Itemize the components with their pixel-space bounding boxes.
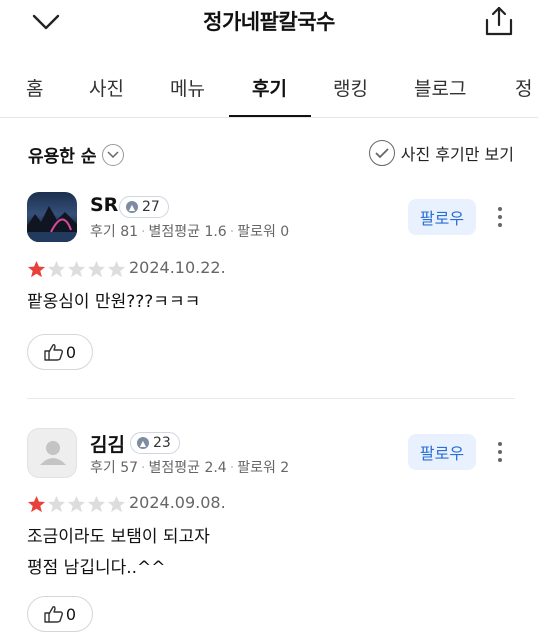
follow-button[interactable]: 팔로우: [408, 434, 476, 470]
star-icon: [47, 495, 66, 513]
review-text-line: 팥옹심이 만원???ㅋㅋㅋ: [27, 292, 201, 312]
tab-reviews[interactable]: 후기: [252, 74, 287, 101]
like-button[interactable]: 0: [27, 334, 93, 370]
tab-menu[interactable]: 메뉴: [170, 74, 205, 101]
checkmark-circle-icon: [368, 140, 395, 166]
active-tab-indicator: [229, 115, 311, 117]
photo-only-label: 사진 후기만 보기: [400, 145, 514, 164]
thumbs-up-icon: [44, 606, 63, 623]
level-icon: ▲: [126, 201, 138, 213]
reviewer-level-badge: ▲ 27: [119, 196, 169, 218]
tab-bar: 홈 사진 메뉴 후기 랭킹 블로그 정: [0, 62, 538, 118]
average-rating: 별점평균 2.4: [148, 460, 227, 476]
like-button[interactable]: 0: [27, 596, 93, 632]
star-icon: [107, 495, 126, 513]
star-icon: [47, 260, 66, 278]
like-count: 0: [65, 604, 77, 624]
star-icon: [27, 260, 46, 278]
follower-count: 팔로워 2: [237, 460, 290, 476]
review-count: 후기 57: [90, 460, 139, 476]
tab-home[interactable]: 홈: [26, 74, 43, 101]
reviewer-name[interactable]: SR: [90, 194, 118, 216]
photo-reviews-only-toggle[interactable]: 사진 후기만 보기: [368, 140, 514, 166]
review-text-line: 조금이라도 보탬이 되고자: [27, 527, 210, 547]
level-icon: ▲: [137, 437, 149, 449]
tab-photos[interactable]: 사진: [89, 74, 124, 101]
tab-blog[interactable]: 블로그: [414, 74, 466, 101]
star-icon: [67, 260, 86, 278]
review-date: 2024.09.08.: [129, 493, 226, 512]
star-rating: [27, 260, 127, 279]
share-icon[interactable]: [484, 5, 514, 37]
review-count: 후기 81: [90, 224, 139, 240]
reviewer-stats: 후기 57 · 별점평균 2.4 · 팔로워 2: [90, 460, 290, 476]
chevron-down-icon: [102, 143, 125, 166]
sort-label: 유용한 순: [28, 147, 97, 167]
reviewer-stats: 후기 81 · 별점평균 1.6 · 팔로워 0: [90, 224, 290, 240]
star-icon: [67, 495, 86, 513]
avatar[interactable]: [27, 428, 77, 478]
more-options-icon[interactable]: [494, 205, 506, 229]
sort-dropdown[interactable]: 유용한 순: [28, 142, 125, 167]
tab-ranking[interactable]: 랭킹: [333, 74, 368, 101]
tab-more[interactable]: 정: [515, 74, 532, 101]
page-title: 정가네팥칼국수: [203, 10, 335, 34]
star-icon: [87, 260, 106, 278]
star-icon: [107, 260, 126, 278]
star-icon: [87, 495, 106, 513]
thumbs-up-icon: [44, 344, 63, 361]
avatar[interactable]: [27, 192, 77, 242]
reviewer-name[interactable]: 김김: [90, 430, 125, 457]
reviewer-level: 27: [142, 199, 160, 215]
review-text-line: 평점 남깁니다..^^: [27, 558, 166, 578]
average-rating: 별점평균 1.6: [148, 224, 227, 240]
reviewer-level: 23: [153, 435, 171, 451]
star-rating: [27, 495, 127, 514]
review-text: 팥옹심이 만원???ㅋㅋㅋ: [27, 287, 200, 318]
follower-count: 팔로워 0: [237, 224, 290, 240]
reviewer-level-badge: ▲ 23: [130, 432, 180, 454]
star-icon: [27, 495, 46, 513]
top-bar: 정가네팥칼국수: [0, 0, 538, 46]
like-count: 0: [65, 342, 77, 362]
sort-bar: 유용한 순 사진 후기만 보기: [0, 138, 538, 174]
follow-button[interactable]: 팔로우: [408, 199, 476, 235]
more-options-icon[interactable]: [494, 440, 506, 464]
review-divider: [27, 398, 515, 399]
review-date: 2024.10.22.: [129, 258, 226, 277]
review-text: 조금이라도 보탬이 되고자 평점 남깁니다..^^: [27, 522, 210, 584]
